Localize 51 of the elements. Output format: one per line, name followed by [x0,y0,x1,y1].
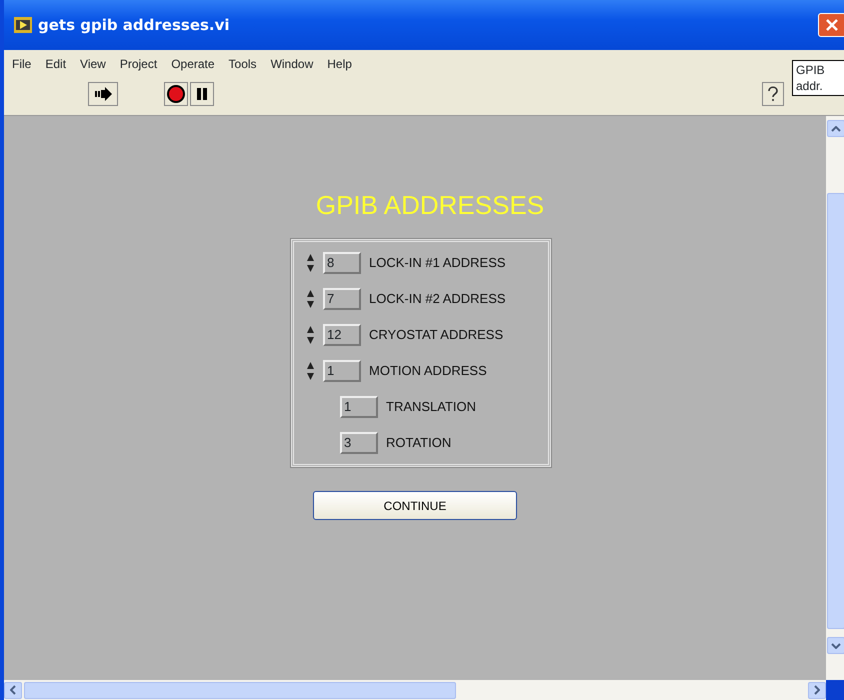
numeric-field[interactable]: 12 [323,324,361,346]
menu-item[interactable]: Help [327,55,352,73]
menu-item[interactable]: Project [120,55,158,73]
menu-item[interactable]: Tools [228,55,257,73]
scroll-left-button[interactable] [4,682,22,698]
numeric-indicator: 1 [340,396,378,418]
numeric-field[interactable]: 1 [323,360,361,382]
control-label: LOCK-IN #1 ADDRESS [369,254,506,272]
spinner-icon[interactable] [306,324,315,346]
down-chevron-icon [831,642,841,648]
close-icon [825,18,839,32]
scroll-thumb[interactable] [24,682,456,698]
menu-item[interactable]: Window [270,55,314,73]
pause-icon [196,87,208,101]
abort-button[interactable] [164,82,188,106]
vi-icon-label: GPIB addr. [792,60,844,96]
control-label: MOTION ADDRESS [369,362,487,380]
numeric-indicator: 3 [340,432,378,454]
pause-button[interactable] [190,82,214,106]
vertical-scrollbar[interactable] [826,116,844,680]
left-chevron-icon [10,685,16,695]
right-chevron-icon [814,685,820,695]
app-icon [14,17,32,33]
run-button[interactable] [88,82,118,106]
scroll-thumb[interactable] [827,193,844,629]
spinner-icon[interactable] [306,360,315,382]
control-label: TRANSLATION [386,398,476,416]
spinner-icon[interactable] [306,288,315,310]
numeric-field[interactable]: 8 [323,252,361,274]
run-arrow-icon [93,87,113,101]
continue-button[interactable]: CONTINUE [313,491,517,520]
menu-item[interactable]: View [80,55,106,73]
up-chevron-icon [831,126,841,132]
close-button[interactable] [818,13,844,37]
scroll-right-button[interactable] [808,682,826,698]
control-label: ROTATION [386,434,452,452]
numeric-field[interactable]: 7 [323,288,361,310]
window-title: gets gpib addresses.vi [38,14,230,36]
menu-item[interactable]: Edit [45,55,66,73]
control-label: CRYOSTAT ADDRESS [369,326,504,344]
control-label: LOCK-IN #2 ADDRESS [369,290,506,308]
stop-icon [166,84,186,104]
menu-item[interactable]: Operate [171,55,215,73]
horizontal-scrollbar[interactable] [4,680,826,700]
menu-item[interactable]: File [12,55,32,73]
help-button[interactable] [762,82,784,106]
spinner-icon[interactable] [306,252,315,274]
scroll-up-button[interactable] [827,120,844,137]
help-icon [766,85,780,103]
scroll-down-button[interactable] [827,637,844,654]
panel-title: GPIB ADDRESSES [314,189,544,222]
